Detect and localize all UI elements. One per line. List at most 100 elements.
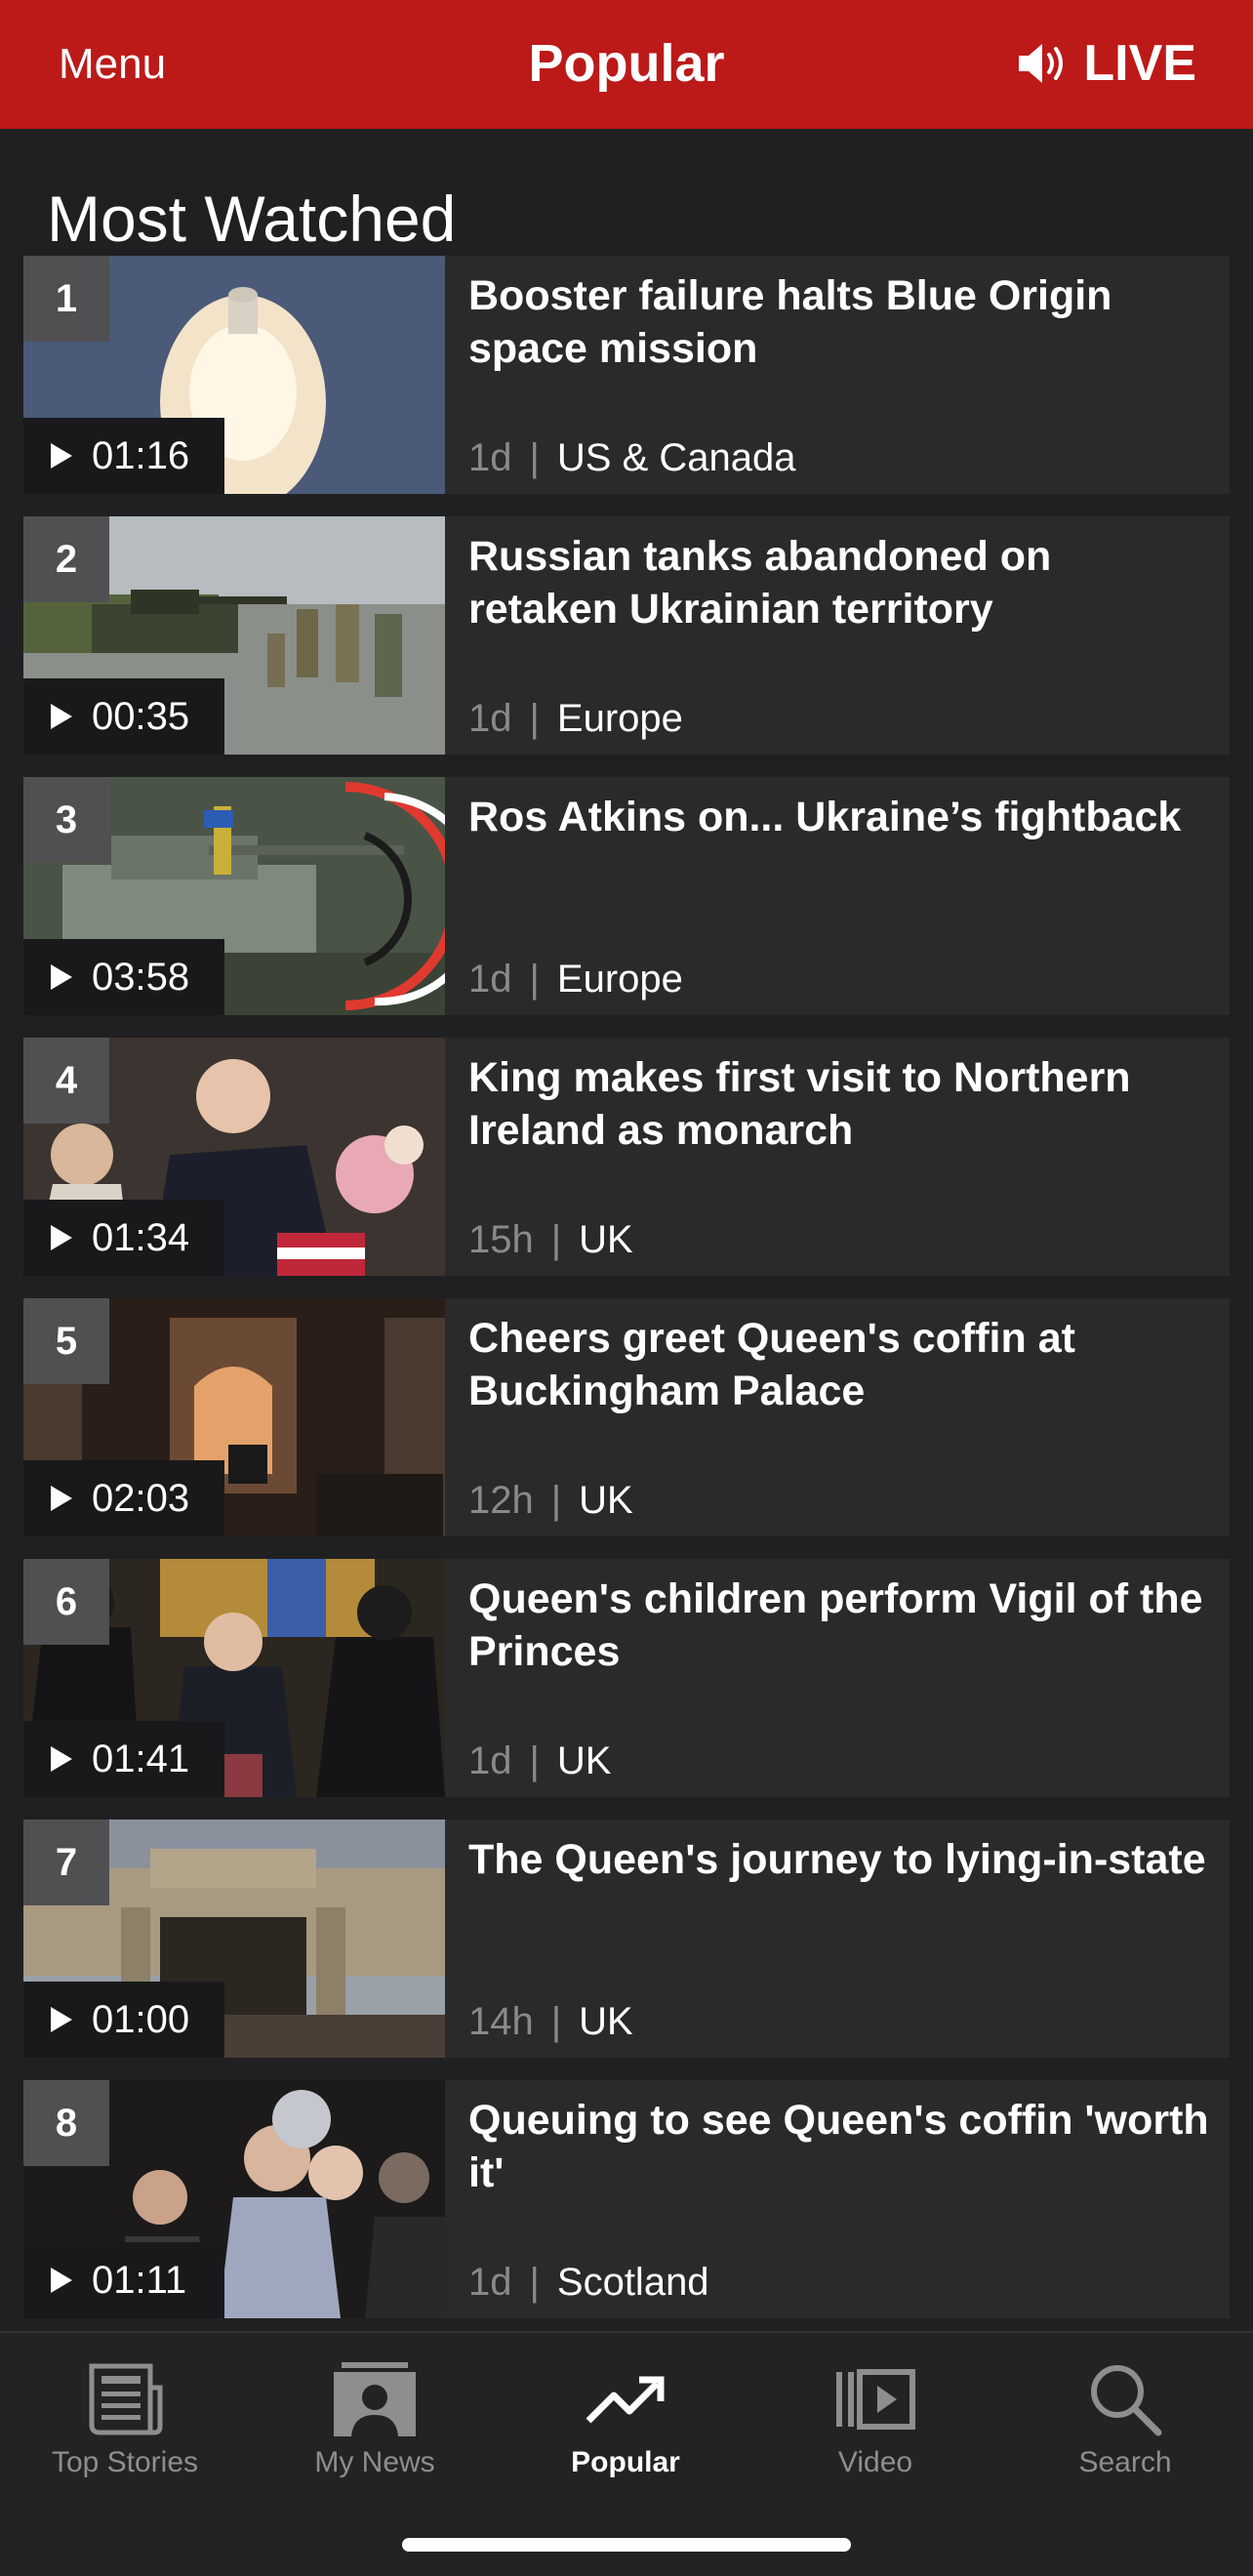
tab-label: Popular: [571, 2446, 680, 2478]
play-icon: [51, 2268, 72, 2293]
meta-line: 1d | Europe: [468, 955, 683, 1003]
video-item[interactable]: 2 00:35 Russian tanks abandoned on retak…: [23, 516, 1230, 755]
play-icon: [51, 704, 72, 729]
headline[interactable]: The Queen's journey to lying-in-state: [468, 1833, 1210, 1886]
headline[interactable]: Russian tanks abandoned on retaken Ukrai…: [468, 530, 1210, 635]
category-link[interactable]: US & Canada: [557, 433, 796, 482]
play-icon: [51, 1225, 72, 1250]
video-thumbnail[interactable]: 5 02:03: [23, 1298, 445, 1536]
category-link[interactable]: Europe: [557, 955, 683, 1003]
category-link[interactable]: Scotland: [557, 2258, 709, 2307]
duration-text: 03:58: [92, 955, 190, 999]
category-link[interactable]: UK: [579, 1215, 633, 1264]
meta-line: 1d | US & Canada: [468, 433, 795, 482]
separator: |: [550, 1479, 562, 1522]
duration-badge: 02:03: [23, 1460, 224, 1536]
play-icon: [51, 1486, 72, 1511]
headline[interactable]: King makes first visit to Northern Irela…: [468, 1051, 1210, 1157]
separator: |: [550, 1218, 562, 1261]
meta-line: 1d | Scotland: [468, 2258, 709, 2307]
video-thumbnail[interactable]: 2 00:35: [23, 516, 445, 755]
play-icon: [51, 1746, 72, 1772]
separator: |: [529, 1739, 540, 1782]
tab-label: Top Stories: [51, 2446, 199, 2478]
video-item[interactable]: 4 01:34 King makes first visit to Northe…: [23, 1038, 1230, 1276]
headline[interactable]: Booster failure halts Blue Origin space …: [468, 269, 1210, 375]
duration-badge: 01:11: [23, 2242, 224, 2318]
video-thumbnail[interactable]: 6 01:41: [23, 1559, 445, 1797]
rank-badge: 8: [23, 2080, 109, 2166]
duration-text: 01:34: [92, 1215, 190, 1259]
separator: |: [529, 697, 540, 740]
play-icon: [51, 964, 72, 990]
home-indicator[interactable]: [402, 2538, 851, 2552]
duration-badge: 00:35: [23, 678, 224, 755]
duration-badge: 01:16: [23, 418, 224, 494]
video-item[interactable]: 7 01:00 The Queen's journey to lying-in-…: [23, 1820, 1230, 2058]
rank-badge: 6: [23, 1559, 109, 1645]
duration-text: 01:00: [92, 1997, 190, 2041]
video-thumbnail[interactable]: 8 01:11: [23, 2080, 445, 2318]
trending-icon: [586, 2376, 665, 2424]
tab-label: Video: [837, 2446, 913, 2478]
meta-line: 1d | Europe: [468, 694, 683, 743]
tab-my-news[interactable]: My News: [277, 2352, 472, 2479]
video-item[interactable]: 1 01:16 Booster failure halts Blue Origi…: [23, 256, 1230, 494]
tab-top-stories[interactable]: Top Stories: [27, 2352, 222, 2479]
newspaper-icon: [89, 2363, 163, 2435]
video-item[interactable]: 8 01:11 Queuing to see Queen's coffin 'w…: [23, 2080, 1230, 2318]
meta-line: 1d | UK: [468, 1737, 611, 1785]
duration-badge: 01:41: [23, 1721, 224, 1797]
separator: |: [529, 436, 540, 479]
tab-label: My News: [314, 2446, 435, 2478]
video-thumbnail[interactable]: 4 01:34: [23, 1038, 445, 1276]
age-text: 1d: [468, 958, 512, 1001]
tab-popular[interactable]: Popular: [528, 2352, 723, 2479]
top-app-bar: Menu Popular LIVE: [0, 0, 1253, 129]
play-icon: [51, 443, 72, 469]
play-icon: [51, 2007, 72, 2032]
rank-badge: 3: [23, 777, 109, 863]
video-item[interactable]: 5 02:03 Cheers greet Queen's coffin at B…: [23, 1298, 1230, 1536]
age-text: 1d: [468, 1739, 512, 1782]
duration-badge: 01:34: [23, 1200, 224, 1276]
rank-badge: 7: [23, 1820, 109, 1905]
rank-badge: 2: [23, 516, 109, 602]
video-thumbnail[interactable]: 1 01:16: [23, 256, 445, 494]
video-thumbnail[interactable]: 3 03:58: [23, 777, 445, 1015]
category-link[interactable]: UK: [579, 1476, 633, 1525]
meta-line: 15h | UK: [468, 1215, 633, 1264]
video-item[interactable]: 6 01:41 Queen's children perform Vigil o…: [23, 1559, 1230, 1797]
rank-badge: 4: [23, 1038, 109, 1124]
duration-text: 00:35: [92, 694, 190, 738]
live-label: LIVE: [1083, 35, 1196, 92]
headline[interactable]: Queuing to see Queen's coffin 'worth it': [468, 2094, 1210, 2199]
person-icon: [334, 2362, 416, 2436]
video-item[interactable]: 3 03:58 Ros Atkins on... Ukraine’s fight…: [23, 777, 1230, 1015]
search-icon: [1091, 2365, 1162, 2436]
speaker-icon: [1019, 44, 1064, 83]
age-text: 14h: [468, 2000, 534, 2043]
age-text: 1d: [468, 436, 512, 479]
tab-label: Search: [1078, 2446, 1172, 2478]
tab-video[interactable]: Video: [778, 2352, 973, 2479]
age-text: 15h: [468, 1218, 534, 1261]
category-link[interactable]: UK: [557, 1737, 612, 1785]
category-link[interactable]: Europe: [557, 694, 683, 743]
separator: |: [550, 2000, 562, 2043]
duration-text: 01:11: [92, 2258, 187, 2302]
duration-text: 01:41: [92, 1737, 190, 1780]
age-text: 1d: [468, 2261, 512, 2304]
headline[interactable]: Ros Atkins on... Ukraine’s fightback: [468, 791, 1210, 843]
category-link[interactable]: UK: [579, 1997, 633, 2046]
duration-badge: 01:00: [23, 1982, 224, 2058]
rank-badge: 1: [23, 256, 109, 342]
video-thumbnail[interactable]: 7 01:00: [23, 1820, 445, 2058]
tab-search[interactable]: Search: [1028, 2352, 1223, 2479]
live-button[interactable]: LIVE: [1017, 33, 1196, 94]
age-text: 12h: [468, 1479, 534, 1522]
rank-badge: 5: [23, 1298, 109, 1384]
headline[interactable]: Cheers greet Queen's coffin at Buckingha…: [468, 1312, 1210, 1417]
meta-line: 14h | UK: [468, 1997, 633, 2046]
headline[interactable]: Queen's children perform Vigil of the Pr…: [468, 1573, 1210, 1678]
